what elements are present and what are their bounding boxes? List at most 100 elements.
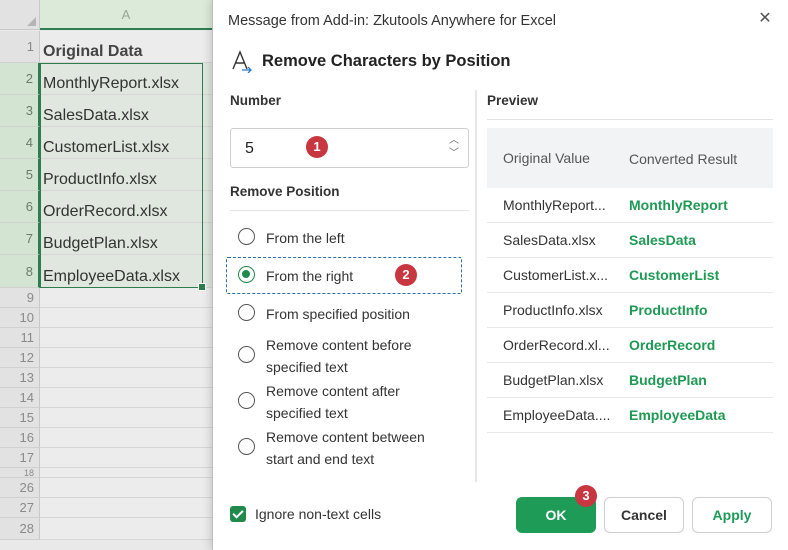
row-header[interactable]: 1 [0, 31, 40, 63]
data-cell[interactable]: SalesData.xlsx [40, 95, 212, 127]
dialog-heading-text: Remove Characters by Position [262, 51, 511, 70]
data-cell[interactable] [40, 328, 212, 348]
row-header[interactable]: 11 [0, 328, 40, 348]
chevron-up-icon[interactable]: ︿ [448, 134, 460, 147]
row-header[interactable]: 15 [0, 408, 40, 428]
data-cell[interactable] [40, 428, 212, 448]
data-cell[interactable] [40, 288, 212, 308]
step-badge-3: 3 [575, 485, 597, 507]
radio-option-label: From the left [266, 230, 345, 246]
data-cell[interactable] [40, 448, 212, 468]
column-header-a[interactable]: A [40, 0, 212, 30]
preview-table: Original Value Converted Result MonthlyR… [487, 128, 773, 433]
row-header[interactable]: 4 [0, 127, 40, 159]
radio-unchecked-icon[interactable] [238, 438, 255, 455]
row-header[interactable]: 14 [0, 388, 40, 408]
preview-converted-value: ProductInfo [629, 302, 708, 318]
preview-original-value: MonthlyReport... [503, 197, 606, 213]
row-header[interactable]: 6 [0, 191, 40, 223]
data-cell[interactable]: CustomerList.xlsx [40, 127, 212, 159]
dialog-window-title: Message from Add-in: Zkutools Anywhere f… [228, 13, 557, 29]
header-cell[interactable]: Original Data [40, 31, 212, 63]
radio-option[interactable]: From specified position [238, 303, 436, 325]
preview-original-value: OrderRecord.xl... [503, 337, 610, 353]
apply-button[interactable]: Apply [692, 497, 772, 533]
select-all-corner[interactable] [0, 0, 40, 30]
data-cell[interactable] [40, 478, 212, 498]
checkbox-checked-icon[interactable] [230, 506, 246, 522]
row-header[interactable]: 5 [0, 159, 40, 191]
data-cell[interactable]: EmployeeData.xlsx [40, 255, 212, 288]
radio-unchecked-icon[interactable] [238, 392, 255, 409]
ignore-non-text-checkbox[interactable]: Ignore non-text cells [230, 506, 381, 522]
preview-original-value: SalesData.xlsx [503, 232, 596, 248]
preview-rows: MonthlyReport... MonthlyReport SalesData.x… [487, 188, 773, 433]
preview-converted-value: BudgetPlan [629, 372, 707, 388]
radio-unchecked-icon[interactable] [238, 304, 255, 321]
row-header[interactable]: 16 [0, 428, 40, 448]
row-header[interactable]: 28 [0, 518, 40, 540]
row-header[interactable]: 10 [0, 308, 40, 328]
number-label: Number [230, 93, 282, 108]
radio-option-label: Remove content before specified text [266, 337, 412, 375]
data-cell[interactable] [40, 308, 212, 328]
data-cell[interactable] [40, 388, 212, 408]
number-value[interactable]: 5 [245, 140, 254, 158]
data-cell[interactable]: ProductInfo.xlsx [40, 159, 212, 191]
radio-checked-icon[interactable] [238, 266, 255, 283]
radio-option[interactable]: Remove content before specified text [238, 334, 436, 378]
preview-original-value: EmployeeData.... [503, 407, 611, 423]
section-divider [230, 210, 469, 211]
text-remove-icon [232, 50, 252, 73]
data-cell[interactable] [40, 348, 212, 368]
radio-option-label: From the right [266, 268, 354, 284]
row-header[interactable]: 7 [0, 223, 40, 255]
step-badge-1: 1 [306, 136, 328, 158]
radio-option[interactable]: Remove content between start and end tex… [238, 426, 436, 470]
chevron-up-down-icon[interactable]: ︿ ﹀ [448, 134, 460, 162]
preview-row: BudgetPlan.xlsx BudgetPlan [487, 363, 773, 398]
radio-option[interactable]: From the right [238, 265, 436, 287]
preview-converted-value: EmployeeData [629, 407, 726, 423]
row-header[interactable]: 26 [0, 478, 40, 498]
radio-option[interactable]: From the left [238, 227, 436, 249]
preview-row: MonthlyReport... MonthlyReport [487, 188, 773, 223]
data-cell[interactable] [40, 518, 212, 540]
cancel-button[interactable]: Cancel [604, 497, 684, 533]
number-stepper[interactable]: 5 ︿ ﹀ [230, 128, 469, 168]
row-header[interactable]: 3 [0, 95, 40, 127]
data-cell[interactable] [40, 468, 212, 478]
preview-header: Original Value Converted Result [487, 128, 773, 188]
row-header[interactable]: 17 [0, 448, 40, 468]
radio-unchecked-icon[interactable] [238, 228, 255, 245]
radio-option[interactable]: Remove content after specified text [238, 380, 436, 424]
data-cell[interactable] [40, 498, 212, 518]
preview-header-original: Original Value [503, 150, 590, 166]
data-cell[interactable]: OrderRecord.xlsx [40, 191, 212, 223]
row-header[interactable]: 27 [0, 498, 40, 518]
preview-original-value: BudgetPlan.xlsx [503, 372, 604, 388]
data-cell[interactable] [40, 368, 212, 388]
radio-unchecked-icon[interactable] [238, 346, 255, 363]
remove-position-label: Remove Position [230, 184, 340, 199]
preview-label: Preview [487, 93, 539, 108]
preview-row: OrderRecord.xl... OrderRecord [487, 328, 773, 363]
column-divider [475, 90, 477, 482]
row-header[interactable]: 13 [0, 368, 40, 388]
preview-converted-value: SalesData [629, 232, 696, 248]
row-header[interactable]: 18 [0, 468, 40, 478]
chevron-down-icon[interactable]: ﹀ [448, 147, 460, 160]
row-header[interactable]: 9 [0, 288, 40, 308]
preview-row: CustomerList.x... CustomerList [487, 258, 773, 293]
radio-option-label: Remove content between start and end tex… [266, 429, 425, 467]
row-header[interactable]: 2 [0, 63, 40, 95]
row-header[interactable]: 12 [0, 348, 40, 368]
data-cell[interactable] [40, 408, 212, 428]
remove-characters-dialog: Message from Add-in: Zkutools Anywhere f… [212, 0, 788, 550]
close-icon[interactable]: ✕ [756, 10, 774, 28]
dialog-titlebar: Message from Add-in: Zkutools Anywhere f… [213, 0, 788, 40]
data-cell[interactable]: MonthlyReport.xlsx [40, 63, 212, 95]
row-header[interactable]: 8 [0, 255, 40, 288]
data-cell[interactable]: BudgetPlan.xlsx [40, 223, 212, 255]
preview-row: SalesData.xlsx SalesData [487, 223, 773, 258]
